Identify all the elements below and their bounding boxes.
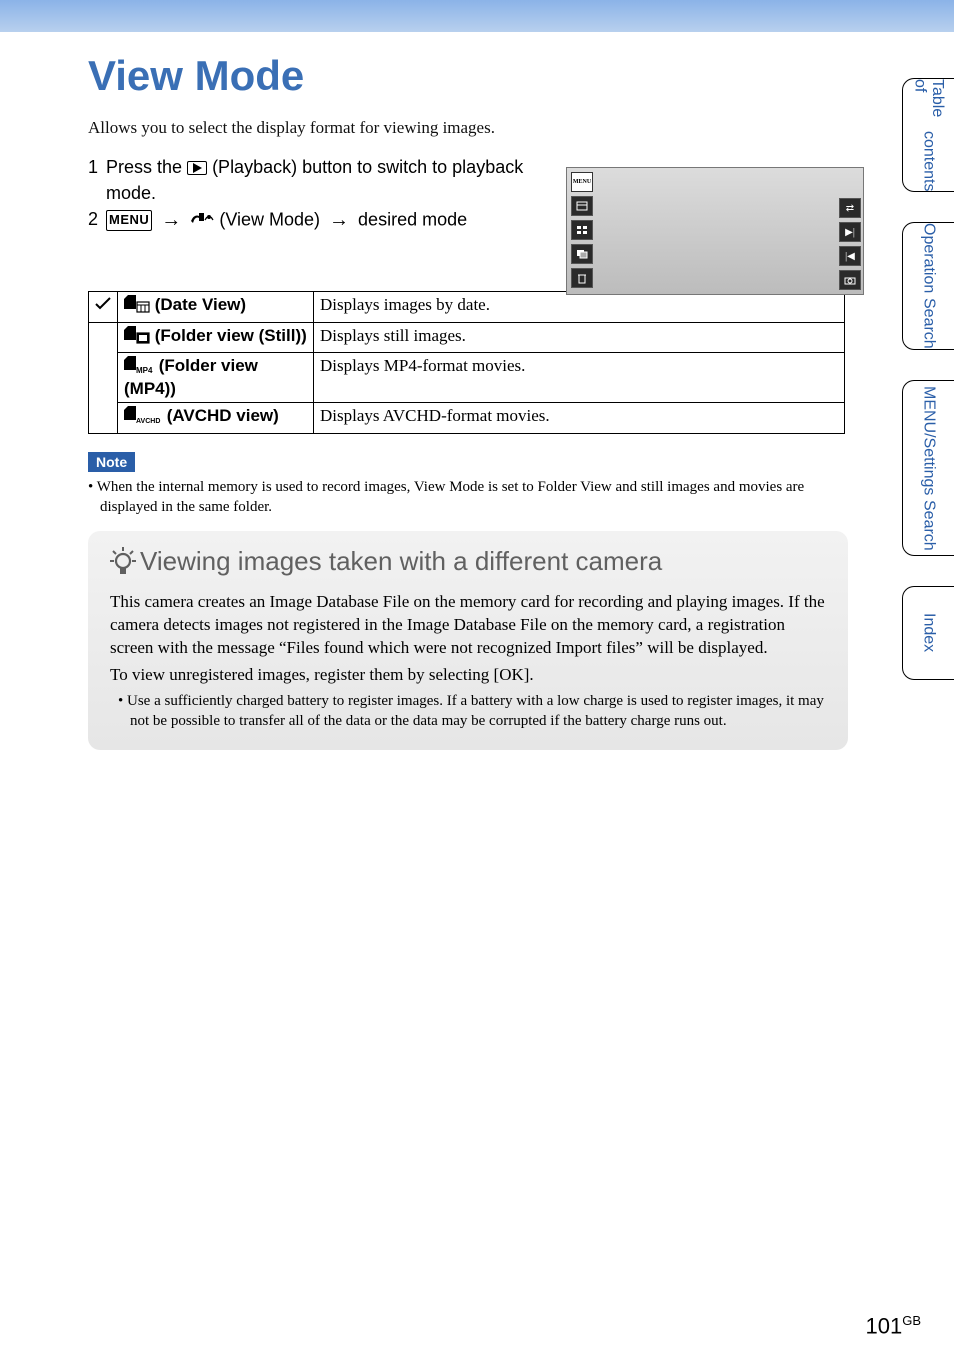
row-label: (AVCHD view) xyxy=(162,406,279,425)
tab-line-1: Operation xyxy=(920,223,938,293)
tab-index[interactable]: Index xyxy=(902,586,954,680)
row-label: (Date View) xyxy=(150,295,246,314)
row-desc: Displays images by date. xyxy=(314,292,845,323)
row-label: (Folder view (Still)) xyxy=(150,326,307,345)
row-desc: Displays AVCHD-format movies. xyxy=(314,403,845,434)
tip-box: Viewing images taken with a different ca… xyxy=(88,531,848,749)
step-1-number: 1 xyxy=(88,154,106,206)
arrow-right-icon-2: → xyxy=(325,209,353,231)
step-2: 2 MENU → (View Mode) → desired mode xyxy=(88,206,548,235)
top-gradient-band xyxy=(0,0,954,32)
step-2-text-mid: (View Mode) xyxy=(219,209,325,229)
tab-index-label: Index xyxy=(920,613,938,652)
step-2-body: MENU → (View Mode) → desired mode xyxy=(106,206,548,235)
main-content: View Mode Allows you to select the displ… xyxy=(0,32,845,750)
arrow-right-icon: → xyxy=(157,209,185,231)
tip-bullet: • Use a sufficiently charged battery to … xyxy=(110,691,826,732)
table-row: (Folder view (Still)) Displays still ima… xyxy=(89,322,845,353)
preview-overlap-icon xyxy=(571,244,593,264)
view-mode-table: (Date View) Displays images by date. (Fo… xyxy=(88,291,845,434)
row-desc: Displays still images. xyxy=(314,322,845,353)
folder-still-icon xyxy=(124,326,150,349)
preview-menu-icon: MENU xyxy=(571,172,593,192)
tab-table-of-contents[interactable]: Table of contents xyxy=(902,78,954,192)
tab-line-2: Search xyxy=(920,298,938,349)
check-icon xyxy=(95,297,111,311)
preview-next-icon: ▶| xyxy=(839,222,861,242)
tab-operation-search[interactable]: Operation Search xyxy=(902,222,954,350)
menu-button-icon: MENU xyxy=(106,210,152,231)
preview-trash-icon xyxy=(571,268,593,288)
tip-title-text: Viewing images taken with a different ca… xyxy=(140,546,662,577)
tip-paragraph-2: To view unregistered images, register th… xyxy=(110,664,826,687)
tip-title: Viewing images taken with a different ca… xyxy=(110,546,826,577)
page-number-suffix: GB xyxy=(902,1313,921,1328)
row-desc: Displays MP4-format movies. xyxy=(314,353,845,403)
tab-line-1: Table of xyxy=(911,79,946,126)
table-row: MP4 (Folder view (MP4)) Displays MP4-for… xyxy=(89,353,845,403)
tab-line-1: MENU/Settings xyxy=(920,386,938,495)
preview-arrows-icon: ⇄ xyxy=(839,198,861,218)
tab-menu-settings-search[interactable]: MENU/Settings Search xyxy=(902,380,954,556)
step-1-body: Press the (Playback) button to switch to… xyxy=(106,154,548,206)
svg-text:AVCHD: AVCHD xyxy=(136,418,160,424)
lightbulb-icon xyxy=(110,547,136,577)
step-2-text-end: desired mode xyxy=(353,209,467,229)
preview-right-icons: ⇄ ▶| |◀ xyxy=(839,198,861,290)
avchd-icon: AVCHD xyxy=(124,406,162,429)
note-text: • When the internal memory is used to re… xyxy=(88,477,828,518)
date-view-icon xyxy=(124,295,150,318)
preview-camera-icon xyxy=(839,270,861,290)
screen-preview: MENU ⇄ ▶| |◀ xyxy=(566,167,864,295)
check-cell xyxy=(89,292,118,323)
page-title: View Mode xyxy=(88,52,845,100)
tab-line-2: Search xyxy=(920,500,938,551)
steps-list: 1 Press the (Playback) button to switch … xyxy=(88,154,548,235)
preview-grid-icon xyxy=(571,220,593,240)
page-number: 101GB xyxy=(865,1313,921,1339)
view-mode-icon xyxy=(190,211,219,231)
side-tabs: Table of contents Operation Search MENU/… xyxy=(902,78,954,680)
table-row: (Date View) Displays images by date. xyxy=(89,292,845,323)
svg-text:MP4: MP4 xyxy=(136,366,153,374)
step-1-text-a: Press the xyxy=(106,157,187,177)
folder-mp4-icon: MP4 xyxy=(124,356,154,379)
intro-text: Allows you to select the display format … xyxy=(88,118,845,138)
tab-line-2: contents xyxy=(920,131,938,191)
step-1: 1 Press the (Playback) button to switch … xyxy=(88,154,548,206)
note-heading: Note xyxy=(88,452,135,472)
tip-paragraph-1: This camera creates an Image Database Fi… xyxy=(110,591,826,660)
preview-prev-icon: |◀ xyxy=(839,246,861,266)
step-2-number: 2 xyxy=(88,206,106,235)
playback-icon xyxy=(187,161,207,175)
preview-calendar-icon xyxy=(571,196,593,216)
empty-check-cell xyxy=(89,322,118,433)
table-row: AVCHD (AVCHD view) Displays AVCHD-format… xyxy=(89,403,845,434)
preview-left-icons: MENU xyxy=(571,172,593,288)
page-number-value: 101 xyxy=(865,1313,902,1338)
